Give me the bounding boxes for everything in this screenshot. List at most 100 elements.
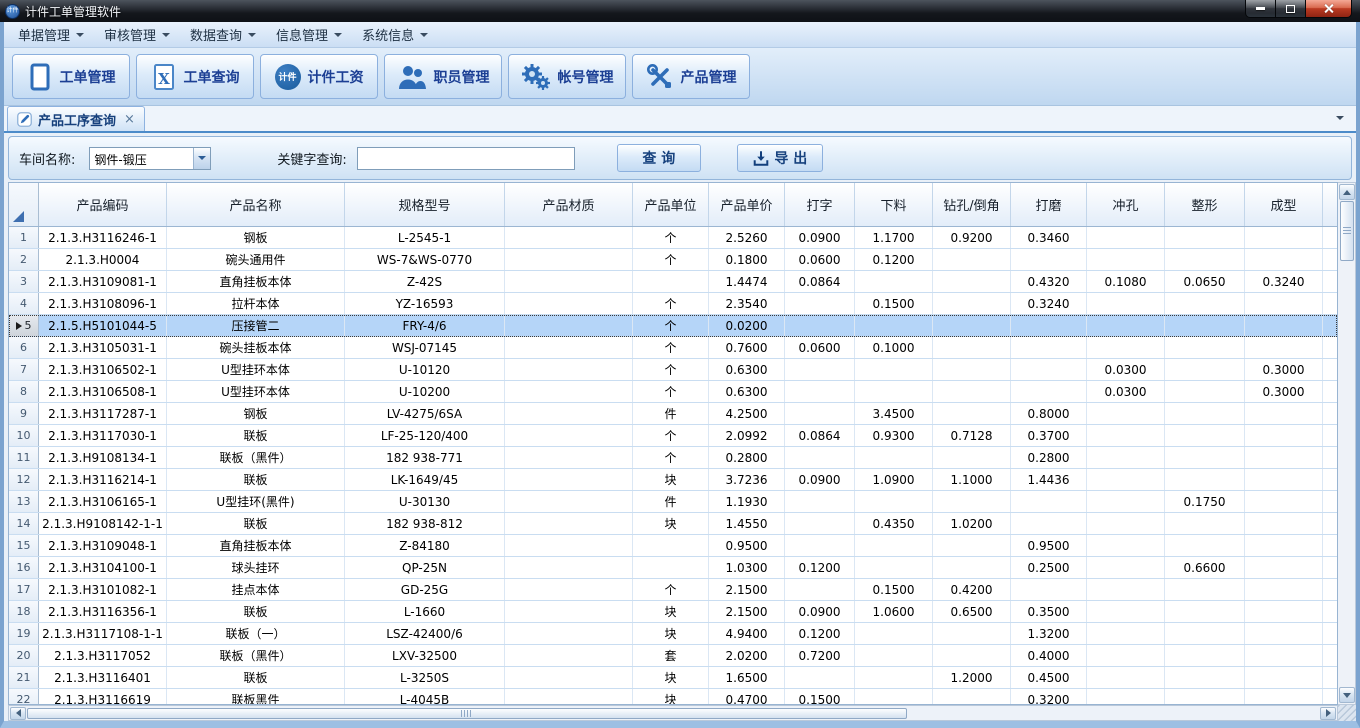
table-row[interactable]: 12.1.3.H3116246-1钢板L-2545-1个2.52600.0900… xyxy=(9,227,1337,249)
row-number[interactable]: 7 xyxy=(9,359,39,380)
table-row[interactable]: 172.1.3.H3101082-1挂点本体GD-25G个2.15000.150… xyxy=(9,579,1337,601)
tab-list-dropdown-icon[interactable] xyxy=(1336,116,1344,120)
work-order-mgmt-button[interactable]: 工单管理 xyxy=(12,54,130,99)
menu-item-label: 审核管理 xyxy=(104,25,156,44)
cell-material xyxy=(505,513,633,534)
row-number[interactable]: 16 xyxy=(9,557,39,578)
menu-item-1[interactable]: 单据管理 xyxy=(8,21,94,48)
vertical-scrollbar[interactable] xyxy=(1338,182,1356,705)
scroll-down-button[interactable] xyxy=(1339,687,1355,703)
row-number[interactable]: 1 xyxy=(9,227,39,248)
row-number[interactable]: 8 xyxy=(9,381,39,402)
maximize-button[interactable] xyxy=(1276,0,1306,17)
keyword-input[interactable] xyxy=(357,147,575,170)
table-row[interactable]: 122.1.3.H3116214-1联板LK-1649/45块3.72360.0… xyxy=(9,469,1337,491)
table-row[interactable]: 42.1.3.H3108096-1拉杆本体YZ-16593个2.35400.15… xyxy=(9,293,1337,315)
piecework-wage-button[interactable]: 计件计件工资 xyxy=(260,54,378,99)
table-row[interactable]: 182.1.3.H3116356-1联板L-1660块2.15000.09001… xyxy=(9,601,1337,623)
row-number[interactable]: 5 xyxy=(9,315,39,336)
row-number[interactable]: 11 xyxy=(9,447,39,468)
table-row[interactable]: 212.1.3.H3116401联板L-3250S块1.65001.20000.… xyxy=(9,667,1337,689)
menu-item-3[interactable]: 数据查询 xyxy=(180,21,266,48)
menu-item-4[interactable]: 信息管理 xyxy=(266,21,352,48)
cell-punching xyxy=(1087,491,1165,512)
table-row[interactable]: 82.1.3.H3106508-1U型挂环本体U-10200个0.63000.0… xyxy=(9,381,1337,403)
table-row[interactable]: 152.1.3.H3109048-1直角挂板本体Z-841800.95000.9… xyxy=(9,535,1337,557)
column-header-price[interactable]: 产品单价 xyxy=(709,183,785,226)
row-number[interactable]: 15 xyxy=(9,535,39,556)
horizontal-scroll-thumb[interactable] xyxy=(27,708,907,719)
table-row[interactable]: 72.1.3.H3106502-1U型挂环本体U-10120个0.63000.0… xyxy=(9,359,1337,381)
row-number[interactable]: 10 xyxy=(9,425,39,446)
product-mgmt-button[interactable]: 产品管理 xyxy=(632,54,750,99)
table-row[interactable]: 112.1.3.H9108134-1联板（黑件）182 938-771个0.28… xyxy=(9,447,1337,469)
cell-forming xyxy=(1245,535,1323,556)
close-button[interactable] xyxy=(1306,0,1351,17)
cell-name: 联板黑件 xyxy=(167,689,345,704)
row-number[interactable]: 17 xyxy=(9,579,39,600)
row-number[interactable]: 12 xyxy=(9,469,39,490)
vertical-scroll-thumb[interactable] xyxy=(1340,201,1354,261)
row-number[interactable]: 22 xyxy=(9,689,39,704)
column-header-shaping[interactable]: 整形 xyxy=(1165,183,1245,226)
minimize-button[interactable] xyxy=(1246,0,1276,17)
column-header-code[interactable]: 产品编码 xyxy=(39,183,167,226)
table-row[interactable]: 22.1.3.H0004碗头通用件WS-7&WS-0770个0.18000.06… xyxy=(9,249,1337,271)
table-row[interactable]: 202.1.3.H3117052联板（黑件）LXV-32500套2.02000.… xyxy=(9,645,1337,667)
column-header-name[interactable]: 产品名称 xyxy=(167,183,345,226)
workshop-select[interactable]: 钢件-锻压 xyxy=(89,147,211,170)
work-order-icon xyxy=(27,63,53,91)
work-order-query-button[interactable]: X工单查询 xyxy=(136,54,254,99)
tab-close-icon[interactable]: × xyxy=(124,112,135,127)
cell-shaping xyxy=(1165,513,1245,534)
row-number[interactable]: 21 xyxy=(9,667,39,688)
scroll-left-button[interactable] xyxy=(10,707,26,720)
row-number[interactable]: 19 xyxy=(9,623,39,644)
table-row[interactable]: 92.1.3.H3117287-1钢板LV-4275/6SA件4.25003.4… xyxy=(9,403,1337,425)
cell-drilling-chamfer xyxy=(933,645,1011,666)
account-mgmt-button[interactable]: 帐号管理 xyxy=(508,54,626,99)
table-row[interactable]: 32.1.3.H3109081-1直角挂板本体Z-42S1.44740.0864… xyxy=(9,271,1337,293)
column-header-drilling-chamfer[interactable]: 钻孔/倒角 xyxy=(933,183,1011,226)
table-row[interactable]: 142.1.3.H9108142-1-1联板182 938-812块1.4550… xyxy=(9,513,1337,535)
column-header-grinding[interactable]: 打磨 xyxy=(1011,183,1087,226)
menu-item-5[interactable]: 系统信息 xyxy=(352,21,438,48)
row-number[interactable]: 14 xyxy=(9,513,39,534)
table-row[interactable]: 62.1.3.H3105031-1碗头挂板本体WSJ-07145个0.76000… xyxy=(9,337,1337,359)
column-header-unit[interactable]: 产品单位 xyxy=(633,183,709,226)
cell-unit: 块 xyxy=(633,667,709,688)
column-header-lettering[interactable]: 打字 xyxy=(785,183,855,226)
table-row[interactable]: 222.1.3.H3116619联板黑件L-4045B块0.47000.1500… xyxy=(9,689,1337,704)
row-number[interactable]: 18 xyxy=(9,601,39,622)
filter-panel: 车间名称: 钢件-锻压 关键字查询: 查 询 导 出 xyxy=(8,136,1352,180)
scroll-up-button[interactable] xyxy=(1339,184,1355,200)
menu-item-2[interactable]: 审核管理 xyxy=(94,21,180,48)
table-row[interactable]: 192.1.3.H3117108-1-1联板（一）LSZ-42400/6块4.9… xyxy=(9,623,1337,645)
row-number[interactable]: 2 xyxy=(9,249,39,270)
column-header-material[interactable]: 产品材质 xyxy=(505,183,633,226)
table-row[interactable]: 162.1.3.H3104100-1球头挂环QP-25N1.03000.1200… xyxy=(9,557,1337,579)
row-number[interactable]: 20 xyxy=(9,645,39,666)
staff-mgmt-button[interactable]: 职员管理 xyxy=(384,54,502,99)
query-button[interactable]: 查 询 xyxy=(617,144,701,172)
table-row[interactable]: 52.1.5.H5101044-5压接管二FRY-4/6个0.0200 xyxy=(9,315,1337,337)
export-button[interactable]: 导 出 xyxy=(737,144,823,172)
column-header-cutting[interactable]: 下料 xyxy=(855,183,933,226)
cell-cutting xyxy=(855,359,933,380)
row-number[interactable]: 9 xyxy=(9,403,39,424)
column-header-spec[interactable]: 规格型号 xyxy=(345,183,505,226)
cell-price: 0.6300 xyxy=(709,381,785,402)
row-number[interactable]: 3 xyxy=(9,271,39,292)
column-header-punching[interactable]: 冲孔 xyxy=(1087,183,1165,226)
table-row[interactable]: 102.1.3.H3117030-1联板LF-25-120/400个2.0992… xyxy=(9,425,1337,447)
row-number[interactable]: 4 xyxy=(9,293,39,314)
scroll-right-button[interactable] xyxy=(1320,707,1336,720)
row-number[interactable]: 6 xyxy=(9,337,39,358)
column-header-forming[interactable]: 成型 xyxy=(1245,183,1323,226)
row-number[interactable]: 13 xyxy=(9,491,39,512)
horizontal-scrollbar[interactable] xyxy=(8,705,1338,721)
tab-product-process-query[interactable]: 产品工序查询 × xyxy=(7,106,145,131)
workshop-dropdown-button[interactable] xyxy=(193,148,210,169)
select-all-corner[interactable] xyxy=(9,183,39,226)
table-row[interactable]: 132.1.3.H3106165-1U型挂环(黑件)U-30130件1.1930… xyxy=(9,491,1337,513)
